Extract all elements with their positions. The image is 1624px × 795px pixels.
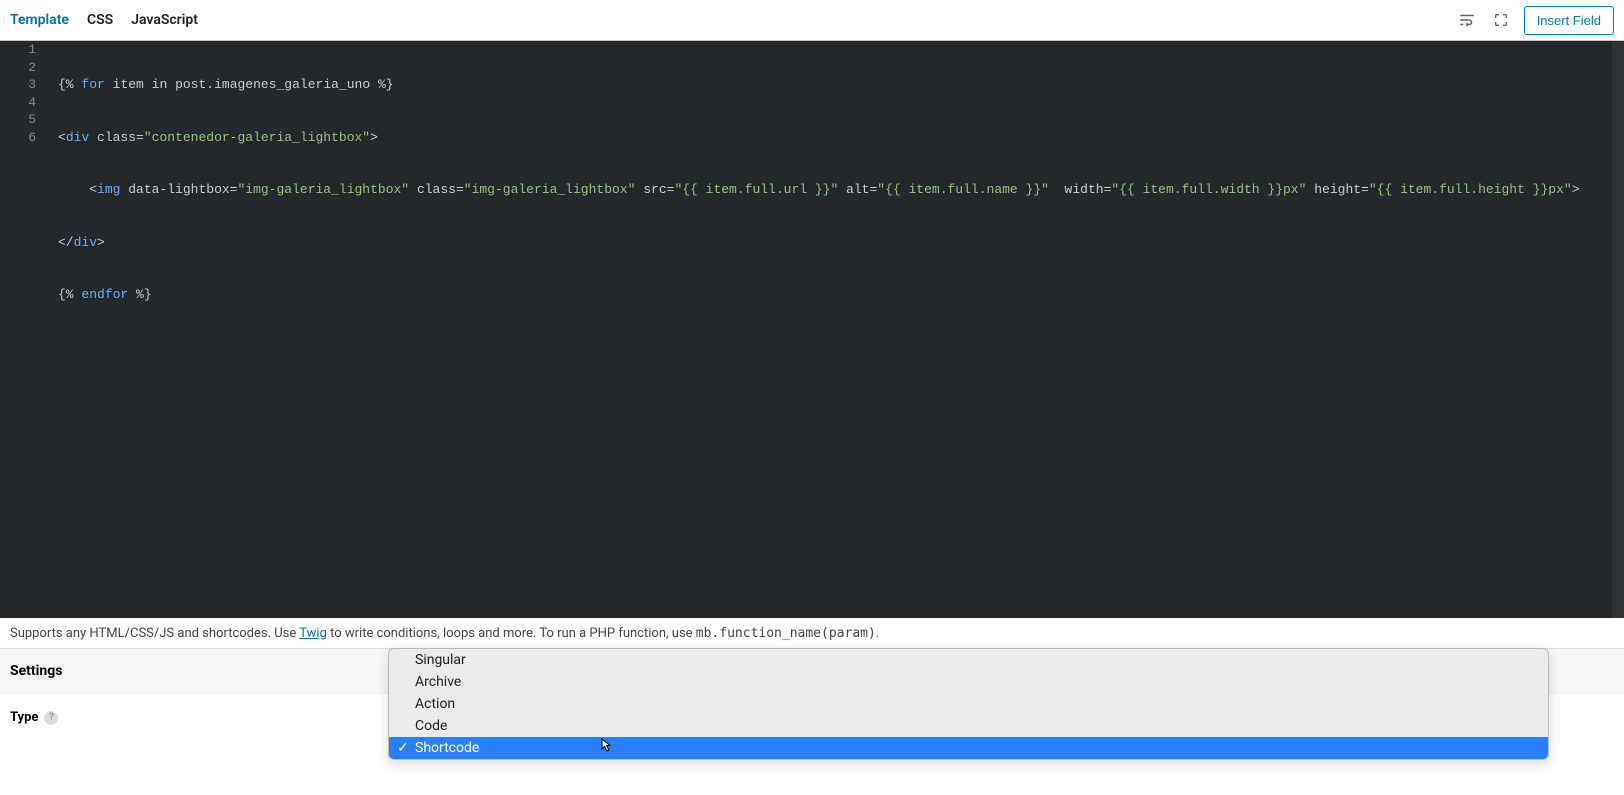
line-number: 3 — [0, 76, 48, 94]
twig-link[interactable]: Twig — [299, 626, 327, 641]
help-icon[interactable]: ? — [44, 711, 58, 725]
tab-css[interactable]: CSS — [87, 12, 113, 28]
editor-help-text: Supports any HTML/CSS/JS and shortcodes.… — [0, 618, 1624, 648]
dropdown-option-singular[interactable]: Singular — [389, 649, 1548, 671]
wrap-icon[interactable] — [1456, 9, 1478, 31]
code-content[interactable]: {% for item in post.imagenes_galeria_uno… — [48, 41, 1624, 618]
dropdown-option-action[interactable]: Action — [389, 693, 1548, 715]
toolbar-actions: Insert Field — [1456, 6, 1614, 35]
code-editor[interactable]: 1 2 3 4 5 6 {% for item in post.imagenes… — [0, 41, 1624, 618]
editor-toolbar: Template CSS JavaScript Insert Field — [0, 0, 1624, 41]
tab-group: Template CSS JavaScript — [10, 12, 198, 28]
line-number: 4 — [0, 94, 48, 112]
dropdown-option-shortcode[interactable]: Shortcode — [389, 737, 1548, 759]
type-dropdown[interactable]: Singular Archive Action Code Shortcode — [388, 648, 1549, 760]
line-number: 6 — [0, 129, 48, 147]
line-gutter: 1 2 3 4 5 6 — [0, 41, 48, 618]
vertical-scrollbar[interactable] — [1612, 41, 1624, 618]
fullscreen-icon[interactable] — [1490, 9, 1512, 31]
dropdown-option-archive[interactable]: Archive — [389, 671, 1548, 693]
tab-javascript[interactable]: JavaScript — [131, 12, 198, 28]
line-number: 2 — [0, 59, 48, 77]
dropdown-option-code[interactable]: Code — [389, 715, 1548, 737]
line-number: 1 — [0, 41, 48, 59]
line-number: 5 — [0, 111, 48, 129]
tab-template[interactable]: Template — [10, 12, 69, 28]
type-label: Type ? — [10, 710, 58, 725]
insert-field-button[interactable]: Insert Field — [1524, 6, 1614, 35]
